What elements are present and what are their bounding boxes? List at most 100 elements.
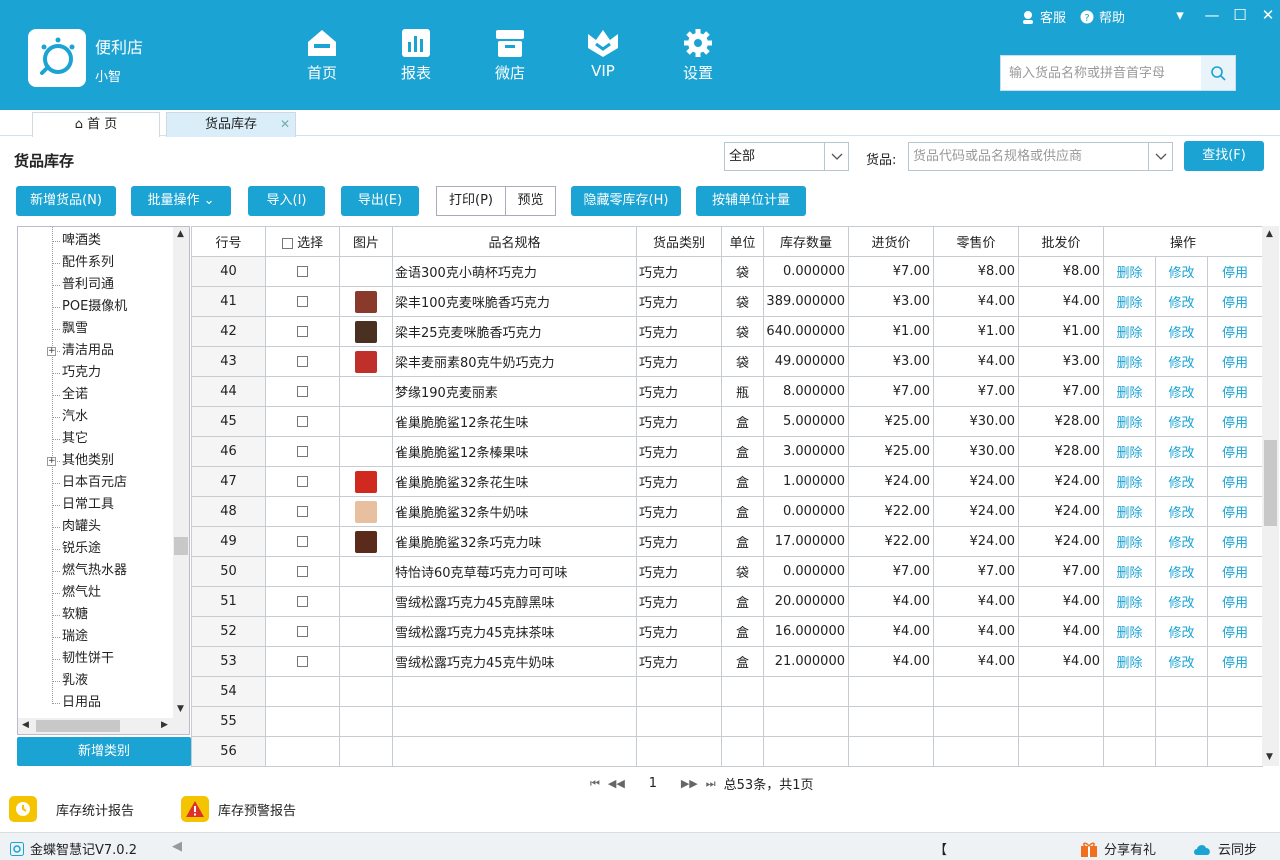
col-header-select[interactable]: 选择 bbox=[265, 226, 340, 257]
delete-link[interactable]: 删除 bbox=[1103, 286, 1156, 317]
tab-close-icon[interactable]: ✕ bbox=[280, 113, 290, 136]
share-gift-link[interactable]: 分享有礼 bbox=[1080, 839, 1156, 858]
table-row[interactable]: 47 雀巢脆脆鲨32条花生味 巧克力盒 1.000000 ¥24.00 ¥24.00 ¥24… bbox=[191, 466, 1264, 497]
edit-link[interactable]: 修改 bbox=[1155, 376, 1208, 407]
cloud-sync-link[interactable]: 云同步 bbox=[1192, 839, 1257, 858]
row-checkbox[interactable] bbox=[297, 596, 308, 607]
disable-link[interactable]: 停用 bbox=[1206, 436, 1264, 467]
tree-item[interactable]: 燃气灶 bbox=[62, 582, 101, 604]
header-search-input[interactable] bbox=[1001, 56, 1201, 90]
row-checkbox[interactable] bbox=[297, 476, 308, 487]
table-row-empty[interactable]: 54 bbox=[191, 676, 1264, 707]
delete-link[interactable]: 删除 bbox=[1103, 586, 1156, 617]
tree-item[interactable]: 普利司通 bbox=[62, 274, 114, 296]
tree-item[interactable]: POE摄像机 bbox=[62, 296, 127, 318]
disable-link[interactable]: 停用 bbox=[1206, 286, 1264, 317]
edit-link[interactable]: 修改 bbox=[1155, 316, 1208, 347]
row-checkbox[interactable] bbox=[297, 656, 308, 667]
table-row[interactable]: 43 梁丰麦丽素80克牛奶巧克力 巧克力袋 49.000000 ¥3.00 ¥4.00 ¥3… bbox=[191, 346, 1264, 377]
nav-settings[interactable]: 设置 bbox=[663, 28, 733, 88]
disable-link[interactable]: 停用 bbox=[1206, 496, 1264, 527]
tree-vertical-scrollbar[interactable]: ▲ ▼ bbox=[173, 227, 189, 718]
add-goods-button[interactable]: 新增货品(N) bbox=[16, 186, 116, 216]
delete-link[interactable]: 删除 bbox=[1103, 316, 1156, 347]
disable-link[interactable]: 停用 bbox=[1206, 256, 1264, 287]
tree-item[interactable]: 乳液 bbox=[62, 670, 88, 692]
tree-expand-icon[interactable]: + bbox=[47, 457, 56, 466]
row-select-cell[interactable] bbox=[265, 646, 340, 677]
chevron-down-icon[interactable] bbox=[824, 143, 848, 170]
stock-stats-report-link[interactable]: 库存统计报告 bbox=[8, 795, 134, 823]
row-select-cell[interactable] bbox=[265, 496, 340, 527]
tree-item[interactable]: 全诺 bbox=[62, 384, 88, 406]
add-category-button[interactable]: 新增类别 bbox=[17, 737, 191, 766]
row-checkbox[interactable] bbox=[297, 416, 308, 427]
table-scroll-up-icon[interactable]: ▲ bbox=[1266, 229, 1273, 239]
table-row[interactable]: 49 雀巢脆脆鲨32条巧克力味 巧克力盒 17.000000 ¥22.00 ¥24.00 ¥… bbox=[191, 526, 1264, 557]
row-checkbox[interactable] bbox=[297, 326, 308, 337]
table-vertical-scrollbar[interactable]: ▲ ▼ bbox=[1262, 226, 1279, 766]
prev-page-icon[interactable]: ◀◀ bbox=[608, 777, 625, 790]
tree-item[interactable]: 日用品 bbox=[62, 692, 101, 714]
hide-zero-stock-button[interactable]: 隐藏零库存(H) bbox=[571, 186, 681, 216]
page-number[interactable]: 1 bbox=[633, 776, 673, 791]
last-page-icon[interactable]: ⏭ bbox=[706, 777, 716, 791]
disable-link[interactable]: 停用 bbox=[1206, 586, 1264, 617]
row-select-cell[interactable] bbox=[265, 256, 340, 287]
export-button[interactable]: 导出(E) bbox=[341, 186, 419, 216]
edit-link[interactable]: 修改 bbox=[1155, 256, 1208, 287]
maximize-icon[interactable]: ☐ bbox=[1226, 4, 1254, 26]
table-row[interactable]: 44 梦缘190克麦丽素 巧克力瓶 8.000000 ¥7.00 ¥7.00 ¥7.00 删除… bbox=[191, 376, 1264, 407]
close-icon[interactable]: ✕ bbox=[1254, 4, 1280, 26]
tree-item[interactable]: 汽水 bbox=[62, 406, 88, 428]
edit-link[interactable]: 修改 bbox=[1155, 346, 1208, 377]
table-row[interactable]: 45 雀巢脆脆鲨12条花生味 巧克力盒 5.000000 ¥25.00 ¥30.00 ¥28… bbox=[191, 406, 1264, 437]
row-checkbox[interactable] bbox=[297, 626, 308, 637]
disable-link[interactable]: 停用 bbox=[1206, 616, 1264, 647]
edit-link[interactable]: 修改 bbox=[1155, 286, 1208, 317]
first-page-icon[interactable]: ⏮ bbox=[590, 777, 600, 791]
goods-search-input[interactable] bbox=[909, 143, 1148, 170]
tree-item[interactable]: 肉罐头 bbox=[62, 516, 101, 538]
tree-item[interactable]: 其他类别 bbox=[62, 450, 114, 472]
scroll-down-icon[interactable]: ▼ bbox=[177, 704, 184, 714]
edit-link[interactable]: 修改 bbox=[1155, 556, 1208, 587]
tree-item[interactable]: 瑞途 bbox=[62, 626, 88, 648]
row-select-cell[interactable] bbox=[265, 556, 340, 587]
find-button[interactable]: 查找(F) bbox=[1184, 141, 1264, 171]
tree-item[interactable]: 日本百元店 bbox=[62, 472, 127, 494]
tree-item[interactable]: 清洁用品 bbox=[62, 340, 114, 362]
disable-link[interactable]: 停用 bbox=[1206, 316, 1264, 347]
table-row[interactable]: 41 梁丰100克麦咪脆香巧克力 巧克力袋 389.000000 ¥3.00 ¥4.00 ¥… bbox=[191, 286, 1264, 317]
row-select-cell[interactable] bbox=[265, 376, 340, 407]
tree-hscroll-thumb[interactable] bbox=[36, 720, 120, 732]
delete-link[interactable]: 删除 bbox=[1103, 256, 1156, 287]
row-checkbox[interactable] bbox=[297, 536, 308, 547]
disable-link[interactable]: 停用 bbox=[1206, 376, 1264, 407]
nav-microstore[interactable]: 微店 bbox=[475, 28, 545, 88]
table-row-empty[interactable]: 55 bbox=[191, 706, 1264, 737]
delete-link[interactable]: 删除 bbox=[1103, 616, 1156, 647]
delete-link[interactable]: 删除 bbox=[1103, 406, 1156, 437]
tree-item[interactable]: 软糖 bbox=[62, 604, 88, 626]
preview-button[interactable]: 预览 bbox=[505, 186, 556, 216]
select-all-checkbox[interactable] bbox=[281, 238, 293, 249]
table-row[interactable]: 48 雀巢脆脆鲨32条牛奶味 巧克力盒 0.000000 ¥22.00 ¥24.00 ¥24… bbox=[191, 496, 1264, 527]
delete-link[interactable]: 删除 bbox=[1103, 526, 1156, 557]
edit-link[interactable]: 修改 bbox=[1155, 406, 1208, 437]
row-select-cell[interactable] bbox=[265, 316, 340, 347]
disable-link[interactable]: 停用 bbox=[1206, 346, 1264, 377]
scroll-up-icon[interactable]: ▲ bbox=[177, 229, 184, 239]
delete-link[interactable]: 删除 bbox=[1103, 376, 1156, 407]
row-checkbox[interactable] bbox=[297, 356, 308, 367]
tree-scroll-thumb[interactable] bbox=[174, 537, 188, 555]
delete-link[interactable]: 删除 bbox=[1103, 436, 1156, 467]
disable-link[interactable]: 停用 bbox=[1206, 526, 1264, 557]
speaker-icon[interactable]: ◀ bbox=[172, 839, 182, 854]
nav-home[interactable]: 首页 bbox=[287, 28, 357, 88]
disable-link[interactable]: 停用 bbox=[1206, 556, 1264, 587]
tree-item[interactable]: 其它 bbox=[62, 428, 88, 450]
tree-item[interactable]: 日常工具 bbox=[62, 494, 114, 516]
disable-link[interactable]: 停用 bbox=[1206, 646, 1264, 677]
nav-report[interactable]: 报表 bbox=[381, 28, 451, 88]
